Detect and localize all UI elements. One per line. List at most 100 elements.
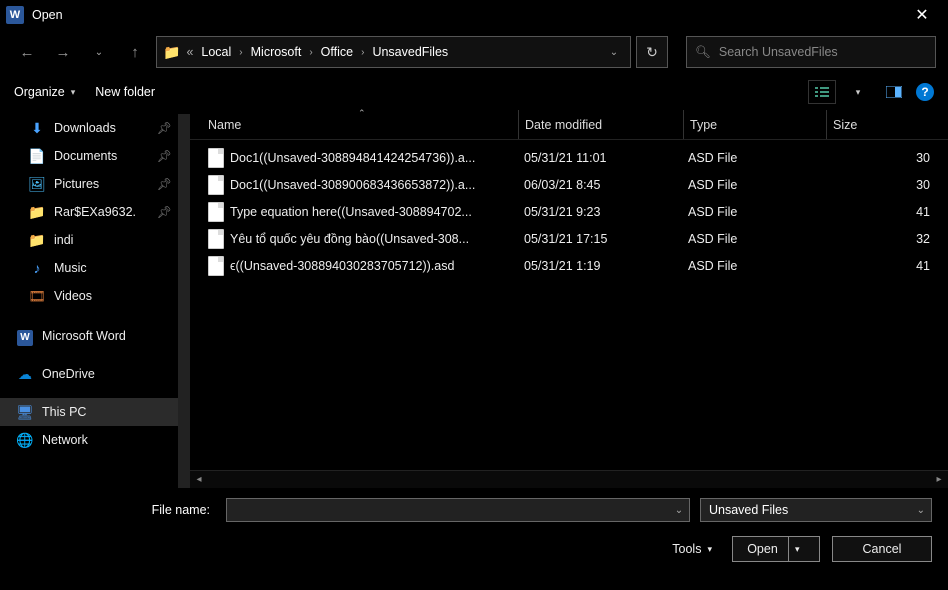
- main-area: ⬇Downloads📌︎📄Documents📌︎🖼Pictures📌︎📁Rar$…: [0, 110, 948, 488]
- file-date: 05/31/21 17:15: [518, 232, 682, 246]
- up-button[interactable]: ↑: [120, 37, 150, 67]
- chevron-right-icon: ›: [309, 47, 312, 58]
- file-name: Yêu tổ quốc yêu đồng bào((Unsaved-308...: [230, 232, 469, 246]
- search-box[interactable]: 🔍︎: [686, 36, 936, 68]
- file-list[interactable]: Doc1((Unsaved-308894841424254736)).a... 0…: [190, 140, 948, 470]
- recent-dropdown[interactable]: ⌄: [84, 37, 114, 67]
- file-size: 30: [824, 178, 944, 192]
- window-title: Open: [32, 8, 902, 22]
- file-date: 05/31/21 9:23: [518, 205, 682, 219]
- scroll-left-icon[interactable]: ◂: [190, 474, 208, 485]
- sidebar-root-item[interactable]: 🖥This PC: [0, 398, 178, 426]
- tools-menu[interactable]: Tools ▾: [672, 542, 712, 556]
- sidebar-item[interactable]: ⬇Downloads📌︎: [0, 114, 178, 142]
- search-input[interactable]: [719, 45, 927, 59]
- file-date: 06/03/21 8:45: [518, 178, 682, 192]
- file-size: 30: [824, 151, 944, 165]
- pin-icon: 📌︎: [157, 149, 172, 163]
- file-row[interactable]: ϵ((Unsaved-308894030283705712)).asd05/31…: [190, 252, 948, 279]
- sidebar-item-label: Downloads: [54, 121, 116, 135]
- column-name[interactable]: Name: [202, 118, 518, 132]
- column-size[interactable]: Size: [827, 118, 944, 132]
- filename-dropdown[interactable]: ⌄: [669, 505, 689, 516]
- sidebar-item-label: Documents: [54, 149, 117, 163]
- chevron-right-icon: ›: [361, 47, 364, 58]
- forward-button[interactable]: →: [48, 37, 78, 67]
- sidebar-item[interactable]: 📁indi: [0, 226, 178, 254]
- preview-icon: [886, 86, 902, 98]
- column-type[interactable]: Type: [684, 118, 826, 132]
- pin-icon: 📌︎: [157, 121, 172, 135]
- open-split-dropdown[interactable]: ▾: [788, 536, 806, 562]
- folder-icon: 📁: [163, 44, 180, 61]
- sidebar-root-item[interactable]: ☁ OneDrive: [0, 360, 178, 388]
- breadcrumb-dropdown[interactable]: ⌄: [602, 47, 626, 58]
- scroll-right-icon[interactable]: ▸: [930, 474, 948, 485]
- file-size: 32: [824, 232, 944, 246]
- file-row[interactable]: Doc1((Unsaved-308900683436653872)).a... 0…: [190, 171, 948, 198]
- file-list-panel: ⌃ Name Date modified Type Size Doc1((Uns…: [190, 110, 948, 488]
- sidebar-root-item[interactable]: WMicrosoft Word: [0, 322, 178, 350]
- sidebar-item[interactable]: 🎞Videos: [0, 282, 178, 310]
- pin-icon: 📌︎: [157, 177, 172, 191]
- filename-input[interactable]: [227, 503, 669, 517]
- new-folder-button[interactable]: New folder: [95, 85, 155, 99]
- breadcrumb[interactable]: 📁 « Local › Microsoft › Office › Unsaved…: [156, 36, 631, 68]
- file-date: 05/31/21 11:01: [518, 151, 682, 165]
- word-app-icon: W: [6, 6, 24, 24]
- file-type: ASD File: [682, 205, 824, 219]
- cancel-button[interactable]: Cancel: [832, 536, 932, 562]
- file-icon: [208, 148, 224, 168]
- sidebar-item-label: Network: [42, 433, 88, 447]
- file-row[interactable]: Type equation here((Unsaved-308894702...…: [190, 198, 948, 225]
- sidebar-item[interactable]: ♪Music: [0, 254, 178, 282]
- thispc-icon: 🖥: [16, 404, 34, 421]
- file-name: Doc1((Unsaved-308894841424254736)).a...: [230, 151, 475, 165]
- organize-menu[interactable]: Organize▾: [14, 85, 75, 99]
- horizontal-scrollbar[interactable]: ◂ ▸: [190, 470, 948, 488]
- file-size: 41: [824, 259, 944, 273]
- view-details-button[interactable]: [808, 80, 836, 104]
- view-dropdown[interactable]: ▾: [844, 80, 872, 104]
- help-button[interactable]: ?: [916, 83, 934, 101]
- breadcrumb-item[interactable]: Microsoft: [251, 45, 302, 59]
- file-icon: [208, 229, 224, 249]
- close-icon: ✕: [915, 5, 928, 25]
- file-icon: [208, 175, 224, 195]
- preview-pane-button[interactable]: [880, 80, 908, 104]
- file-row[interactable]: Doc1((Unsaved-308894841424254736)).a... 0…: [190, 144, 948, 171]
- column-date[interactable]: Date modified: [519, 118, 683, 132]
- close-button[interactable]: ✕: [902, 0, 942, 30]
- breadcrumb-overflow: «: [186, 45, 193, 59]
- filetype-filter-label: Unsaved Files: [709, 503, 917, 517]
- onedrive-icon: ☁: [16, 366, 34, 383]
- sidebar-item[interactable]: 📄Documents📌︎: [0, 142, 178, 170]
- search-icon: 🔍︎: [695, 45, 711, 60]
- list-icon: [814, 86, 830, 98]
- sidebar-scrollbar[interactable]: [178, 114, 190, 488]
- breadcrumb-item[interactable]: Office: [321, 45, 353, 59]
- pin-icon: 📌︎: [157, 205, 172, 219]
- file-type: ASD File: [682, 178, 824, 192]
- sidebar-item[interactable]: 🖼Pictures📌︎: [0, 170, 178, 198]
- open-button[interactable]: Open ▾: [732, 536, 820, 562]
- back-button[interactable]: ←: [12, 37, 42, 67]
- filename-combobox[interactable]: ⌄: [226, 498, 690, 522]
- sidebar-item-label: Rar$EXa9632.: [54, 205, 136, 219]
- breadcrumb-item[interactable]: UnsavedFiles: [372, 45, 448, 59]
- sidebar-item[interactable]: 📁Rar$EXa9632.📌︎: [0, 198, 178, 226]
- file-name: Doc1((Unsaved-308900683436653872)).a...: [230, 178, 475, 192]
- titlebar: W Open ✕: [0, 0, 948, 30]
- chevron-down-icon: ⌄: [917, 505, 925, 516]
- filetype-filter[interactable]: Unsaved Files ⌄: [700, 498, 932, 522]
- file-row[interactable]: Yêu tổ quốc yêu đồng bào((Unsaved-308...…: [190, 225, 948, 252]
- word-icon: W: [16, 327, 34, 346]
- refresh-button[interactable]: ↻: [636, 36, 668, 68]
- sidebar-item-label: Videos: [54, 289, 92, 303]
- breadcrumb-item[interactable]: Local: [201, 45, 231, 59]
- chevron-down-icon: ▾: [71, 87, 76, 98]
- file-size: 41: [824, 205, 944, 219]
- sidebar-root-item[interactable]: 🌐Network: [0, 426, 178, 454]
- sort-indicator-icon: ⌃: [358, 108, 366, 119]
- sidebar-item-label: OneDrive: [42, 367, 95, 381]
